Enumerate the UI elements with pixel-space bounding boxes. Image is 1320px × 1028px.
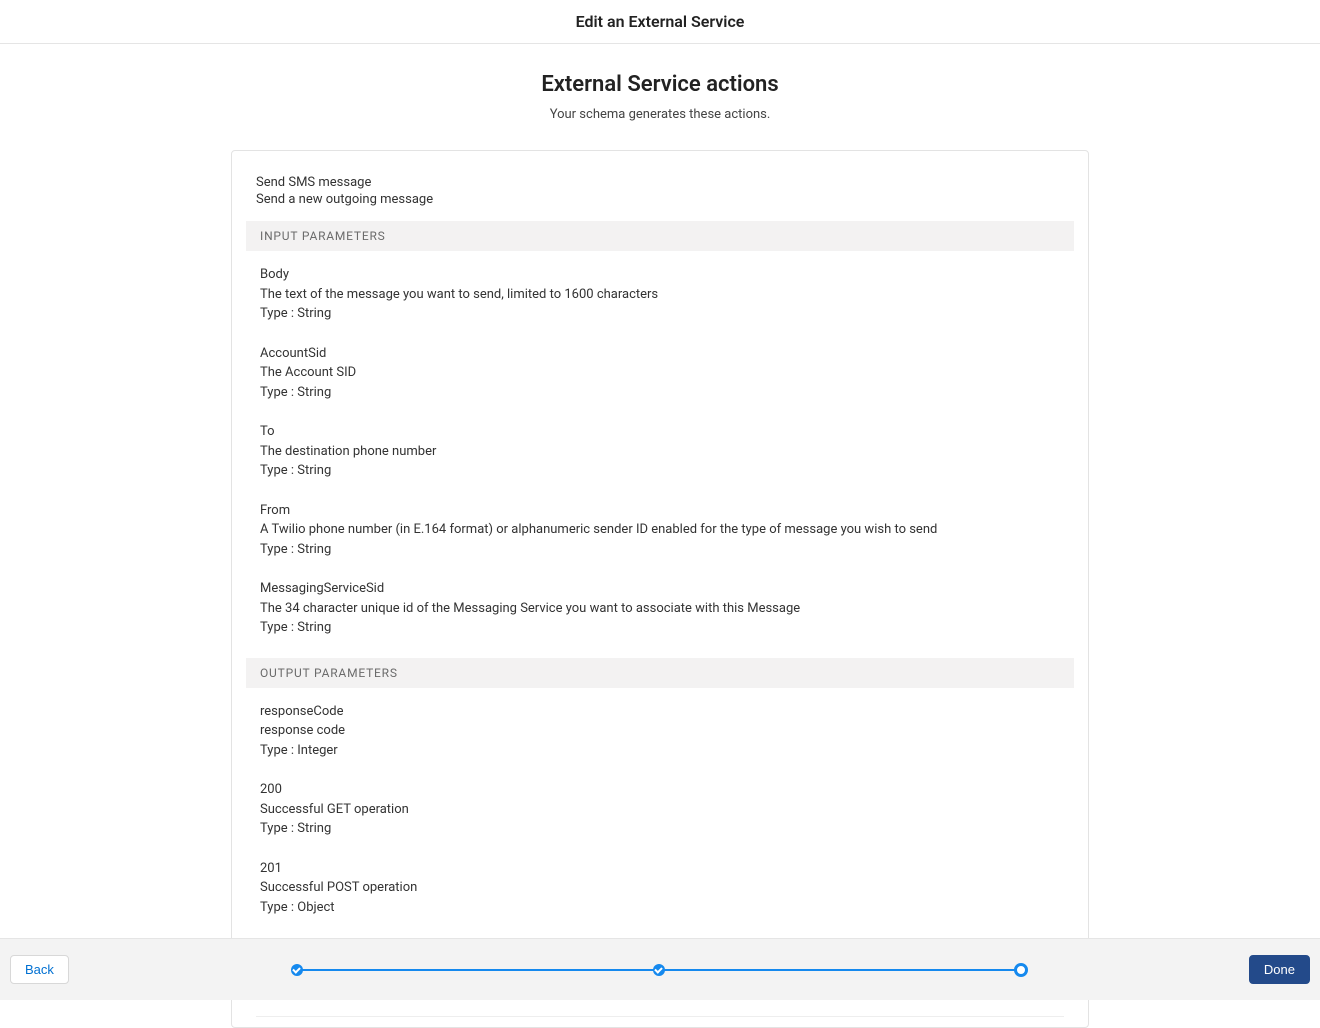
output-param: responseCode response code Type : Intege… — [260, 702, 1074, 761]
param-type: Type : Integer — [260, 741, 1074, 761]
param-desc: The text of the message you want to send… — [260, 285, 1074, 305]
input-parameters-header: INPUT PARAMETERS — [246, 221, 1074, 251]
action-description: Send a new outgoing message — [256, 192, 1074, 207]
param-type: Type : Object — [260, 898, 1074, 918]
param-type: Type : String — [260, 540, 1074, 560]
param-desc: response code — [260, 721, 1074, 741]
page-subheading: Your schema generates these actions. — [0, 107, 1320, 122]
modal-title: Edit an External Service — [576, 12, 745, 31]
param-name: MessagingServiceSid — [260, 579, 1074, 599]
param-desc: The 34 character unique id of the Messag… — [260, 599, 1074, 619]
page-heading: External Service actions — [0, 72, 1320, 97]
param-desc: The Account SID — [260, 363, 1074, 383]
param-name: 200 — [260, 780, 1074, 800]
param-desc: Successful GET operation — [260, 800, 1074, 820]
param-name: 201 — [260, 859, 1074, 879]
output-parameters-header: OUTPUT PARAMETERS — [246, 658, 1074, 688]
progress-track — [291, 963, 1027, 977]
input-param: MessagingServiceSid The 34 character uni… — [260, 579, 1074, 638]
param-type: Type : String — [260, 383, 1074, 403]
card-divider — [256, 1016, 1064, 1017]
wizard-footer: Back Done — [0, 938, 1320, 1000]
wizard-step-2[interactable] — [653, 964, 665, 976]
param-type: Type : String — [260, 461, 1074, 481]
param-name: AccountSid — [260, 344, 1074, 364]
page-content: External Service actions Your schema gen… — [0, 44, 1320, 1028]
param-type: Type : String — [260, 304, 1074, 324]
param-name: Body — [260, 265, 1074, 285]
input-param: To The destination phone number Type : S… — [260, 422, 1074, 481]
done-button[interactable]: Done — [1249, 955, 1310, 984]
action-card: Send SMS message Send a new outgoing mes… — [231, 150, 1089, 1028]
param-desc: The destination phone number — [260, 442, 1074, 462]
wizard-step-1[interactable] — [291, 964, 303, 976]
input-param: From A Twilio phone number (in E.164 for… — [260, 501, 1074, 560]
output-param: 201 Successful POST operation Type : Obj… — [260, 859, 1074, 918]
param-name: From — [260, 501, 1074, 521]
modal-header: Edit an External Service — [0, 0, 1320, 44]
back-button[interactable]: Back — [10, 955, 69, 984]
output-param: 200 Successful GET operation Type : Stri… — [260, 780, 1074, 839]
wizard-progress — [69, 939, 1249, 1000]
param-type: Type : String — [260, 819, 1074, 839]
action-title: Send SMS message — [256, 175, 1074, 190]
param-desc: A Twilio phone number (in E.164 format) … — [260, 520, 1074, 540]
wizard-step-3[interactable] — [1014, 963, 1028, 977]
param-name: To — [260, 422, 1074, 442]
param-type: Type : String — [260, 618, 1074, 638]
input-param: Body The text of the message you want to… — [260, 265, 1074, 324]
param-name: responseCode — [260, 702, 1074, 722]
input-param: AccountSid The Account SID Type : String — [260, 344, 1074, 403]
param-desc: Successful POST operation — [260, 878, 1074, 898]
